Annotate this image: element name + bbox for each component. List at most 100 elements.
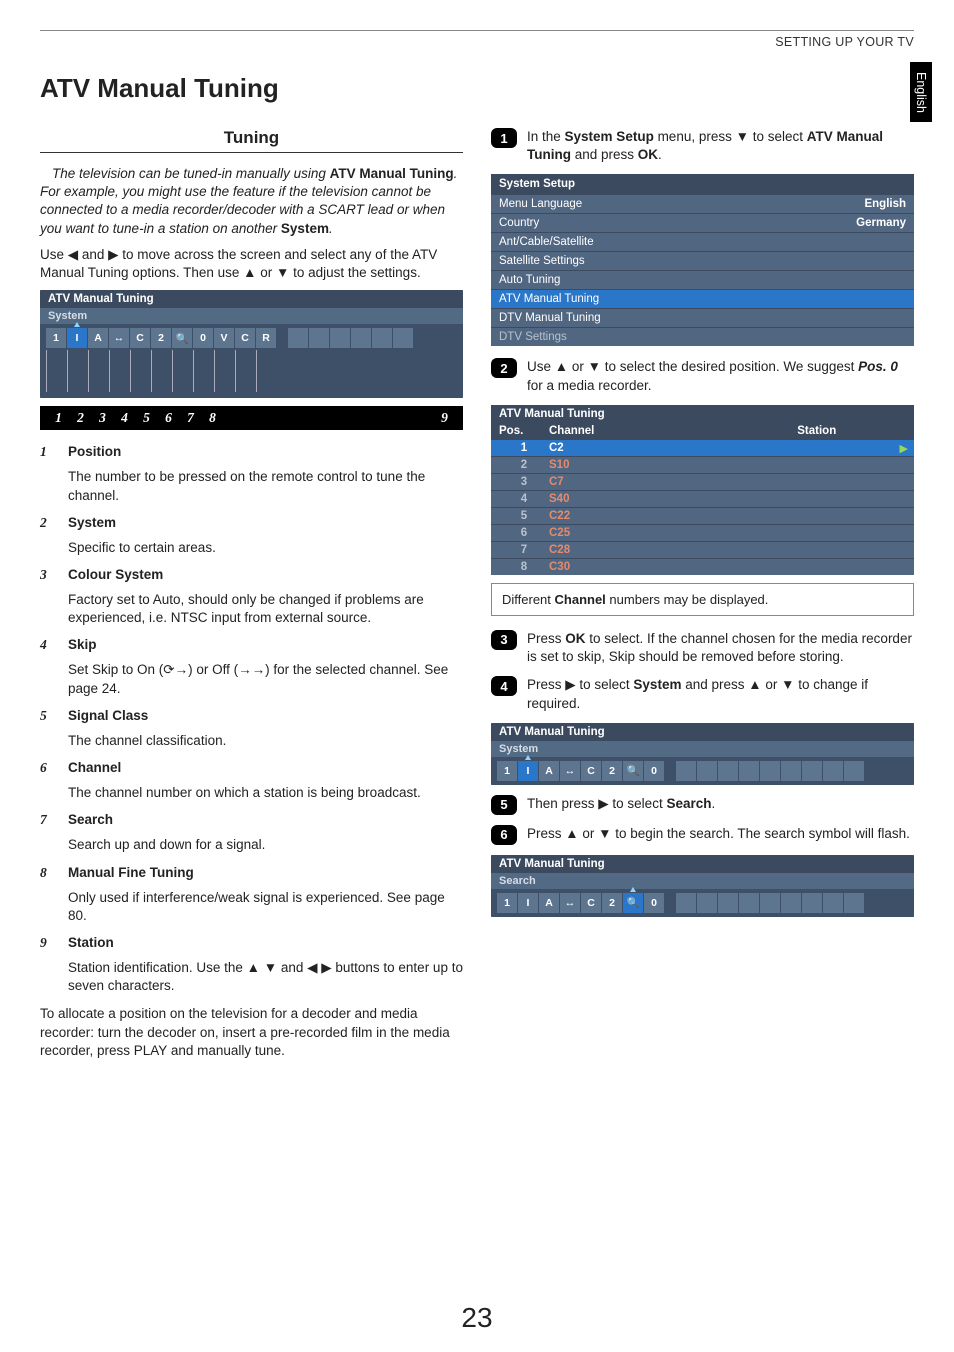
page-number: 23 (0, 1302, 954, 1334)
osd-cell (393, 328, 413, 348)
osd-cell: A (88, 328, 108, 348)
channel-row[interactable]: 1C2▶ (491, 439, 914, 456)
definition-item: 2System (40, 515, 463, 531)
step-badge: 2 (491, 358, 517, 378)
definition-body: The channel classification. (68, 732, 463, 750)
osd-cell (288, 328, 308, 348)
step-badge: 1 (491, 128, 517, 148)
step-1: 1 In the System Setup menu, press ▼ to s… (491, 128, 914, 164)
osd-cell (718, 893, 738, 913)
osd-cell (676, 893, 696, 913)
step-badge: 3 (491, 630, 517, 650)
use-arrows-text: Use ◀ and ▶ to move across the screen an… (40, 246, 463, 282)
channel-row[interactable]: 7C28 (491, 541, 914, 558)
osd-cell: ↔ (109, 328, 129, 348)
osd-cell (372, 328, 392, 348)
osd-cell: 1 (497, 761, 517, 781)
definition-body: Only used if interference/weak signal is… (68, 889, 463, 925)
channel-table: ATV Manual TuningPos.ChannelStation1C2▶2… (491, 405, 914, 575)
osd-title: ATV Manual Tuning (491, 723, 914, 741)
osd-cells: 1IA↔C2🔍0 (491, 757, 914, 785)
osd-cells: 1IA↔C2🔍0VCR (40, 324, 463, 352)
osd-subtitle: System (40, 308, 463, 324)
osd-subtitle: Search (491, 873, 914, 889)
osd-cell: 🔍 (172, 328, 192, 348)
menu-row[interactable]: Ant/Cable/Satellite (491, 232, 914, 251)
step-badge: 6 (491, 825, 517, 845)
menu-row[interactable]: DTV Manual Tuning (491, 308, 914, 327)
osd-cell: 0 (644, 893, 664, 913)
osd-cell: 2 (151, 328, 171, 348)
step-5-text: Then press ▶ to select Search. (527, 795, 914, 813)
osd-title: ATV Manual Tuning (491, 855, 914, 873)
allocate-text: To allocate a position on the television… (40, 1005, 463, 1060)
menu-row[interactable]: CountryGermany (491, 213, 914, 232)
osd-manual-tuning-full: ATV Manual Tuning System 1IA↔C2🔍0VCR (40, 290, 463, 398)
osd-cell (844, 893, 864, 913)
osd-cell (676, 761, 696, 781)
channel-row[interactable]: 6C25 (491, 524, 914, 541)
step-4-text: Press ▶ to select System and press ▲ or … (527, 676, 914, 712)
osd-cell (760, 893, 780, 913)
osd-cell: 0 (193, 328, 213, 348)
osd-cells: 1IA↔C2🔍0 (491, 889, 914, 917)
osd-legend: 123456789 (40, 406, 463, 430)
osd-cell: 0 (644, 761, 664, 781)
channel-row[interactable]: 3C7 (491, 473, 914, 490)
definition-body: The channel number on which a station is… (68, 784, 463, 802)
step-2: 2 Use ▲ or ▼ to select the desired posit… (491, 358, 914, 394)
system-setup-menu: System SetupMenu LanguageEnglishCountryG… (491, 174, 914, 346)
osd-cell: R (256, 328, 276, 348)
osd-cell (844, 761, 864, 781)
language-tab: English (910, 62, 932, 122)
menu-row[interactable]: Auto Tuning (491, 270, 914, 289)
menu-row[interactable]: DTV Settings (491, 327, 914, 346)
osd-cell: C (235, 328, 255, 348)
osd-cell: V (214, 328, 234, 348)
step-6-text: Press ▲ or ▼ to begin the search. The se… (527, 825, 914, 843)
osd-title: ATV Manual Tuning (40, 290, 463, 308)
osd-cell: I (518, 893, 538, 913)
tuning-heading: Tuning (40, 128, 463, 153)
definition-body: Set Skip to On (⟳→) or Off (→→) for the … (68, 661, 463, 697)
step-badge: 4 (491, 676, 517, 696)
channel-row[interactable]: 5C22 (491, 507, 914, 524)
menu-row[interactable]: ATV Manual Tuning (491, 289, 914, 308)
definition-body: Station identification. Use the ▲ ▼ and … (68, 959, 463, 995)
osd-cell (802, 761, 822, 781)
osd-cell: 2 (602, 761, 622, 781)
definition-item: 8Manual Fine Tuning (40, 865, 463, 881)
channel-table-title: ATV Manual Tuning (491, 405, 914, 423)
left-column: Tuning The television can be tuned-in ma… (40, 128, 463, 1068)
channel-row[interactable]: 8C30 (491, 558, 914, 575)
osd-cell (781, 761, 801, 781)
note-box: Different Channel numbers may be display… (491, 583, 914, 616)
step-3-text: Press OK to select. If the channel chose… (527, 630, 914, 666)
osd-cell (697, 761, 717, 781)
osd-cell (760, 761, 780, 781)
osd-cell: A (539, 893, 559, 913)
osd-cell: C (581, 761, 601, 781)
osd-subtitle: System (491, 741, 914, 757)
osd-cell: 2 (602, 893, 622, 913)
menu-row[interactable]: Menu LanguageEnglish (491, 194, 914, 213)
osd-cell: C (581, 893, 601, 913)
osd-cell: ↔ (560, 761, 580, 781)
osd-cell: I (67, 328, 87, 348)
channel-table-head: Pos.ChannelStation (491, 423, 914, 439)
osd-cell: ↔ (560, 893, 580, 913)
osd-cell: 1 (46, 328, 66, 348)
osd-cell (823, 893, 843, 913)
header-section: SETTING UP YOUR TV (40, 35, 914, 49)
definition-item: 3Colour System (40, 567, 463, 583)
step-5: 5 Then press ▶ to select Search. (491, 795, 914, 815)
channel-row[interactable]: 2S10 (491, 456, 914, 473)
channel-row[interactable]: 4S40 (491, 490, 914, 507)
step-6: 6 Press ▲ or ▼ to begin the search. The … (491, 825, 914, 845)
right-column: 1 In the System Setup menu, press ▼ to s… (491, 128, 914, 1068)
menu-row[interactable]: Satellite Settings (491, 251, 914, 270)
definition-body: The number to be pressed on the remote c… (68, 468, 463, 504)
osd-cell (718, 761, 738, 781)
osd-cell (330, 328, 350, 348)
osd-cell: 🔍 (623, 893, 643, 913)
